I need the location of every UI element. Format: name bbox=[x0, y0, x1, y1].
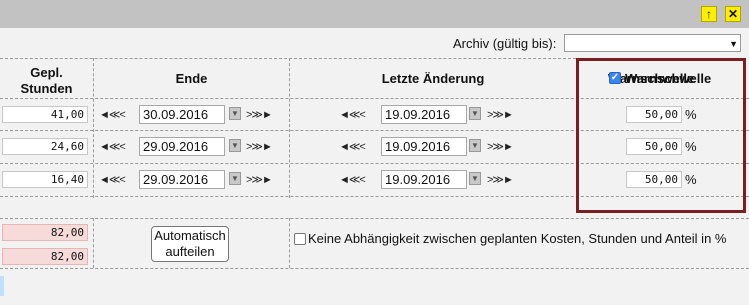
keine-abhaengigkeit-label: Keine Abhängigkeit zwischen geplanten Ko… bbox=[308, 231, 727, 246]
top-toolbar: ↑ ✕ bbox=[0, 0, 749, 28]
archive-select[interactable]: ▼ bbox=[564, 34, 741, 52]
divider bbox=[289, 218, 290, 268]
divider bbox=[0, 58, 576, 59]
date-back-nav[interactable]: ◄≪< bbox=[99, 173, 126, 186]
date-forward-nav[interactable]: >≫► bbox=[487, 140, 514, 153]
header-geplante-stunden: Gepl. Stunden bbox=[20, 65, 73, 96]
total-stunden: 82,00 bbox=[2, 224, 88, 241]
date-back-nav[interactable]: ◄≪< bbox=[339, 140, 366, 153]
warnschwelle-highlight bbox=[576, 58, 746, 213]
date-back-nav[interactable]: ◄≪< bbox=[99, 140, 126, 153]
calendar-icon[interactable]: ▼ bbox=[469, 172, 481, 185]
close-icon[interactable]: ✕ bbox=[725, 6, 741, 22]
header-ende: Ende bbox=[175, 71, 208, 86]
calendar-icon[interactable]: ▼ bbox=[469, 107, 481, 120]
chevron-down-icon: ▼ bbox=[729, 39, 738, 49]
letzte-date-input[interactable]: 19.09.2016 bbox=[381, 137, 467, 156]
date-forward-nav[interactable]: >≫► bbox=[246, 173, 273, 186]
divider bbox=[93, 218, 94, 268]
header-letzte-aenderung: Letzte Änderung bbox=[381, 71, 485, 86]
calendar-icon[interactable]: ▼ bbox=[469, 139, 481, 152]
selection-marker bbox=[0, 276, 4, 296]
divider bbox=[0, 218, 749, 219]
archive-label: Archiv (gültig bis): bbox=[453, 36, 557, 51]
date-forward-nav[interactable]: >≫► bbox=[246, 140, 273, 153]
date-forward-nav[interactable]: >≫► bbox=[246, 108, 273, 121]
ende-date-input[interactable]: 29.09.2016 bbox=[139, 137, 225, 156]
letzte-date-input[interactable]: 19.09.2016 bbox=[381, 105, 467, 124]
stunden-input[interactable]: 24,60 bbox=[2, 138, 88, 155]
stunden-input[interactable]: 16,40 bbox=[2, 171, 88, 188]
calendar-icon[interactable]: ▼ bbox=[229, 107, 241, 120]
calendar-icon[interactable]: ▼ bbox=[229, 139, 241, 152]
date-forward-nav[interactable]: >≫► bbox=[487, 173, 514, 186]
arrow-up-icon[interactable]: ↑ bbox=[701, 6, 717, 22]
total-stunden: 82,00 bbox=[2, 248, 88, 265]
calendar-icon[interactable]: ▼ bbox=[229, 172, 241, 185]
archive-filter: Archiv (gültig bis): ▼ bbox=[0, 34, 749, 54]
date-back-nav[interactable]: ◄≪< bbox=[339, 173, 366, 186]
letzte-date-input[interactable]: 19.09.2016 bbox=[381, 170, 467, 189]
stunden-input[interactable]: 41,00 bbox=[2, 106, 88, 123]
ende-date-input[interactable]: 29.09.2016 bbox=[139, 170, 225, 189]
date-forward-nav[interactable]: >≫► bbox=[487, 108, 514, 121]
ende-date-input[interactable]: 30.09.2016 bbox=[139, 105, 225, 124]
date-back-nav[interactable]: ◄≪< bbox=[99, 108, 126, 121]
date-back-nav[interactable]: ◄≪< bbox=[339, 108, 366, 121]
automatisch-aufteilen-button[interactable]: Automatisch aufteilen bbox=[151, 226, 229, 262]
divider bbox=[0, 268, 749, 269]
